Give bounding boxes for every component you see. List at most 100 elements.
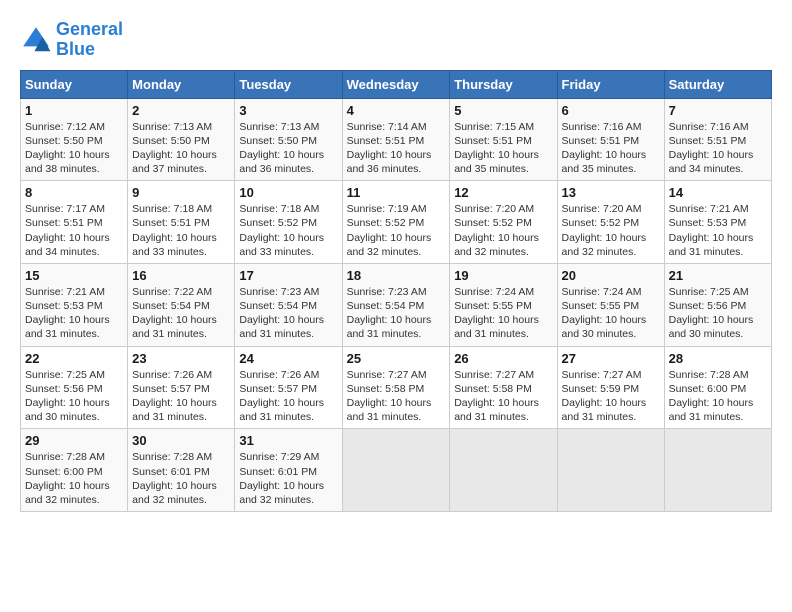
day-info: Sunrise: 7:12 AM Sunset: 5:50 PM Dayligh… <box>25 120 123 177</box>
calendar-cell: 8 Sunrise: 7:17 AM Sunset: 5:51 PM Daylig… <box>21 181 128 264</box>
calendar-cell: 3 Sunrise: 7:13 AM Sunset: 5:50 PM Daylig… <box>235 98 342 181</box>
calendar-cell: 7 Sunrise: 7:16 AM Sunset: 5:51 PM Daylig… <box>664 98 771 181</box>
day-info: Sunrise: 7:28 AM Sunset: 6:00 PM Dayligh… <box>25 450 123 507</box>
calendar-cell: 16Sunrise: 7:22 AM Sunset: 5:54 PM Dayli… <box>128 263 235 346</box>
day-info: Sunrise: 7:17 AM Sunset: 5:51 PM Dayligh… <box>25 202 123 259</box>
calendar-cell: 1 Sunrise: 7:12 AM Sunset: 5:50 PM Daylig… <box>21 98 128 181</box>
calendar-cell: 27 Sunrise: 7:27 AM Sunset: 5:59 PM Dayli… <box>557 346 664 429</box>
day-info: Sunrise: 7:27 AM Sunset: 5:59 PM Dayligh… <box>562 368 660 425</box>
day-number: 2 <box>132 103 230 118</box>
calendar-cell: 12 Sunrise: 7:20 AM Sunset: 5:52 PM Dayli… <box>450 181 557 264</box>
calendar-cell: 21 Sunrise: 7:25 AM Sunset: 5:56 PM Dayli… <box>664 263 771 346</box>
calendar-cell: 17 Sunrise: 7:23 AM Sunset: 5:54 PM Dayli… <box>235 263 342 346</box>
day-info: Sunrise: 7:23 AM Sunset: 5:54 PM Dayligh… <box>347 285 446 342</box>
calendar-cell: 10 Sunrise: 7:18 AM Sunset: 5:52 PM Dayli… <box>235 181 342 264</box>
day-number: 3 <box>239 103 337 118</box>
calendar-cell: 25Sunrise: 7:27 AM Sunset: 5:58 PM Dayli… <box>342 346 450 429</box>
day-info: Sunrise: 7:28 AM Sunset: 6:01 PM Dayligh… <box>132 450 230 507</box>
day-number: 9 <box>132 185 230 200</box>
day-info: Sunrise: 7:22 AM Sunset: 5:54 PM Dayligh… <box>132 285 230 342</box>
day-info: Sunrise: 7:26 AM Sunset: 5:57 PM Dayligh… <box>132 368 230 425</box>
weekday-header-saturday: Saturday <box>664 70 771 98</box>
day-info: Sunrise: 7:27 AM Sunset: 5:58 PM Dayligh… <box>347 368 446 425</box>
calendar-cell: 26 Sunrise: 7:27 AM Sunset: 5:58 PM Dayli… <box>450 346 557 429</box>
calendar-cell: 24 Sunrise: 7:26 AM Sunset: 5:57 PM Dayli… <box>235 346 342 429</box>
day-info: Sunrise: 7:20 AM Sunset: 5:52 PM Dayligh… <box>454 202 552 259</box>
day-number: 12 <box>454 185 552 200</box>
day-number: 15 <box>25 268 123 283</box>
calendar-cell: 23 Sunrise: 7:26 AM Sunset: 5:57 PM Dayli… <box>128 346 235 429</box>
day-info: Sunrise: 7:21 AM Sunset: 5:53 PM Dayligh… <box>25 285 123 342</box>
day-info: Sunrise: 7:13 AM Sunset: 5:50 PM Dayligh… <box>239 120 337 177</box>
day-info: Sunrise: 7:16 AM Sunset: 5:51 PM Dayligh… <box>669 120 767 177</box>
calendar-cell <box>557 429 664 512</box>
calendar-cell: 2 Sunrise: 7:13 AM Sunset: 5:50 PM Daylig… <box>128 98 235 181</box>
day-info: Sunrise: 7:18 AM Sunset: 5:52 PM Dayligh… <box>239 202 337 259</box>
logo: General Blue <box>20 20 123 60</box>
day-info: Sunrise: 7:20 AM Sunset: 5:52 PM Dayligh… <box>562 202 660 259</box>
calendar-cell: 19Sunrise: 7:24 AM Sunset: 5:55 PM Dayli… <box>450 263 557 346</box>
calendar-cell: 15 Sunrise: 7:21 AM Sunset: 5:53 PM Dayli… <box>21 263 128 346</box>
day-info: Sunrise: 7:13 AM Sunset: 5:50 PM Dayligh… <box>132 120 230 177</box>
day-number: 4 <box>347 103 446 118</box>
calendar-cell: 5 Sunrise: 7:15 AM Sunset: 5:51 PM Daylig… <box>450 98 557 181</box>
logo-text: General Blue <box>56 20 123 60</box>
day-number: 22 <box>25 351 123 366</box>
day-number: 20 <box>562 268 660 283</box>
day-number: 5 <box>454 103 552 118</box>
day-number: 28 <box>669 351 767 366</box>
weekday-header-sunday: Sunday <box>21 70 128 98</box>
weekday-header-thursday: Thursday <box>450 70 557 98</box>
day-number: 6 <box>562 103 660 118</box>
calendar-cell: 22 Sunrise: 7:25 AM Sunset: 5:56 PM Dayli… <box>21 346 128 429</box>
day-info: Sunrise: 7:16 AM Sunset: 5:51 PM Dayligh… <box>562 120 660 177</box>
day-number: 10 <box>239 185 337 200</box>
day-info: Sunrise: 7:23 AM Sunset: 5:54 PM Dayligh… <box>239 285 337 342</box>
day-number: 13 <box>562 185 660 200</box>
calendar-cell: 14Sunrise: 7:21 AM Sunset: 5:53 PM Dayli… <box>664 181 771 264</box>
day-number: 23 <box>132 351 230 366</box>
day-info: Sunrise: 7:27 AM Sunset: 5:58 PM Dayligh… <box>454 368 552 425</box>
logo-icon <box>20 24 52 56</box>
page-header: General Blue <box>20 20 772 60</box>
day-info: Sunrise: 7:25 AM Sunset: 5:56 PM Dayligh… <box>25 368 123 425</box>
day-info: Sunrise: 7:28 AM Sunset: 6:00 PM Dayligh… <box>669 368 767 425</box>
day-info: Sunrise: 7:18 AM Sunset: 5:51 PM Dayligh… <box>132 202 230 259</box>
day-number: 19 <box>454 268 552 283</box>
calendar-cell: 11 Sunrise: 7:19 AM Sunset: 5:52 PM Dayli… <box>342 181 450 264</box>
day-info: Sunrise: 7:14 AM Sunset: 5:51 PM Dayligh… <box>347 120 446 177</box>
day-info: Sunrise: 7:26 AM Sunset: 5:57 PM Dayligh… <box>239 368 337 425</box>
day-number: 8 <box>25 185 123 200</box>
day-info: Sunrise: 7:21 AM Sunset: 5:53 PM Dayligh… <box>669 202 767 259</box>
day-info: Sunrise: 7:19 AM Sunset: 5:52 PM Dayligh… <box>347 202 446 259</box>
calendar-cell: 31 Sunrise: 7:29 AM Sunset: 6:01 PM Dayli… <box>235 429 342 512</box>
day-number: 21 <box>669 268 767 283</box>
day-number: 24 <box>239 351 337 366</box>
day-info: Sunrise: 7:29 AM Sunset: 6:01 PM Dayligh… <box>239 450 337 507</box>
day-number: 31 <box>239 433 337 448</box>
day-number: 1 <box>25 103 123 118</box>
calendar-cell: 6 Sunrise: 7:16 AM Sunset: 5:51 PM Daylig… <box>557 98 664 181</box>
weekday-header-wednesday: Wednesday <box>342 70 450 98</box>
calendar-cell: 28 Sunrise: 7:28 AM Sunset: 6:00 PM Dayli… <box>664 346 771 429</box>
calendar-cell: 30 Sunrise: 7:28 AM Sunset: 6:01 PM Dayli… <box>128 429 235 512</box>
day-number: 17 <box>239 268 337 283</box>
day-number: 27 <box>562 351 660 366</box>
day-info: Sunrise: 7:15 AM Sunset: 5:51 PM Dayligh… <box>454 120 552 177</box>
day-number: 18 <box>347 268 446 283</box>
weekday-header-tuesday: Tuesday <box>235 70 342 98</box>
day-number: 29 <box>25 433 123 448</box>
calendar-cell: 29 Sunrise: 7:28 AM Sunset: 6:00 PM Dayli… <box>21 429 128 512</box>
calendar-cell <box>664 429 771 512</box>
weekday-header-friday: Friday <box>557 70 664 98</box>
calendar-cell: 13 Sunrise: 7:20 AM Sunset: 5:52 PM Dayli… <box>557 181 664 264</box>
calendar-cell <box>450 429 557 512</box>
day-number: 26 <box>454 351 552 366</box>
calendar-cell: 4 Sunrise: 7:14 AM Sunset: 5:51 PM Daylig… <box>342 98 450 181</box>
day-info: Sunrise: 7:24 AM Sunset: 5:55 PM Dayligh… <box>562 285 660 342</box>
day-info: Sunrise: 7:25 AM Sunset: 5:56 PM Dayligh… <box>669 285 767 342</box>
day-number: 7 <box>669 103 767 118</box>
calendar-cell: 20 Sunrise: 7:24 AM Sunset: 5:55 PM Dayli… <box>557 263 664 346</box>
day-number: 11 <box>347 185 446 200</box>
day-number: 30 <box>132 433 230 448</box>
